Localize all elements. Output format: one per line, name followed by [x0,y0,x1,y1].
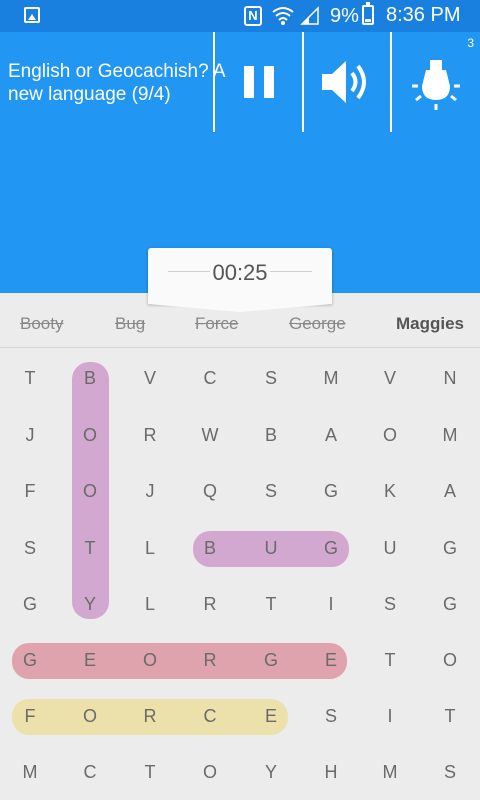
battery-icon [362,2,374,25]
grid-letter[interactable]: T [360,650,420,671]
status-bar: N 9% 8:36 PM [0,0,480,32]
nfc-icon: N [244,6,262,26]
timer-rule-right [270,271,312,272]
grid-letter[interactable]: E [301,650,361,671]
grid-letter[interactable]: O [120,650,180,671]
grid-letter[interactable]: S [241,481,301,502]
grid-letter[interactable]: M [301,368,361,389]
grid-letter[interactable]: M [360,762,420,783]
grid-letter[interactable]: A [420,481,480,502]
grid-letter[interactable]: W [180,425,240,446]
grid-letter[interactable]: G [301,481,361,502]
grid-letter[interactable]: O [60,481,120,502]
pause-button[interactable] [215,32,302,132]
grid-letter[interactable]: R [180,650,240,671]
grid-letter[interactable]: V [360,368,420,389]
grid-letter[interactable]: R [120,425,180,446]
grid-letter[interactable]: E [60,650,120,671]
hint-counter: 3 [467,36,474,50]
grid-letter[interactable]: C [180,706,240,727]
grid-letter[interactable]: C [180,368,240,389]
signal-icon [300,6,319,25]
grid-letter[interactable]: I [360,706,420,727]
grid-letter[interactable]: G [420,538,480,559]
grid-letter[interactable]: S [420,762,480,783]
grid-letter[interactable]: G [0,594,60,615]
grid-letter[interactable]: L [120,538,180,559]
clock: 8:36 PM [386,4,461,26]
grid-letter[interactable]: Y [241,762,301,783]
grid-letter[interactable]: N [420,368,480,389]
grid-letter[interactable]: I [301,594,361,615]
word-item: Force [195,314,239,333]
grid-letter[interactable]: E [241,706,301,727]
grid-letter[interactable]: M [0,762,60,783]
gallery-notification-icon [24,7,40,23]
sound-button[interactable] [304,32,390,132]
grid-letter[interactable]: T [120,762,180,783]
word-item: Bug [115,314,146,333]
grid-letter[interactable]: L [120,594,180,615]
grid-letter[interactable]: O [360,425,420,446]
grid-letter[interactable]: U [360,538,420,559]
grid-letter[interactable]: Q [180,481,240,502]
grid-letter[interactable]: G [241,650,301,671]
grid-letter[interactable]: G [301,538,361,559]
timer-display: 00:25 [212,260,268,285]
lightbulb-icon [412,60,460,110]
pause-icon [243,66,274,98]
word-list: Booty Bug Force George Maggies [0,304,480,348]
grid-letter[interactable]: S [241,368,301,389]
grid-letter[interactable]: O [420,650,480,671]
grid-letter[interactable]: O [60,425,120,446]
grid-letter[interactable]: T [0,368,60,389]
grid-letter[interactable]: F [0,706,60,727]
letter-grid[interactable]: TBVCSMVNJORWBAOMFOJQSGKASTLBUGUGGYLRTISG… [0,350,480,800]
grid-letter[interactable]: T [420,706,480,727]
grid-letter[interactable]: T [60,538,120,559]
grid-letter[interactable]: J [120,481,180,502]
grid-letter[interactable]: G [420,594,480,615]
grid-letter[interactable]: O [180,762,240,783]
grid-letter[interactable]: J [0,425,60,446]
grid-letter[interactable]: A [301,425,361,446]
grid-letter[interactable]: C [60,762,120,783]
grid-letter[interactable]: O [60,706,120,727]
speaker-icon [322,61,366,103]
grid-letter[interactable]: G [0,650,60,671]
word-item: Booty [20,314,64,333]
grid-letter[interactable]: R [120,706,180,727]
grid-letter[interactable]: B [241,425,301,446]
grid-letter[interactable]: T [241,594,301,615]
grid-letter[interactable]: M [420,425,480,446]
grid-letter[interactable]: B [180,538,240,559]
grid-letter[interactable]: H [301,762,361,783]
puzzle-title: English or Geocachish? A new language (9… [8,61,225,105]
grid-letter[interactable]: S [301,706,361,727]
grid-letter[interactable]: U [241,538,301,559]
word-item: George [289,314,346,333]
timer-panel: 00:25 [148,248,332,312]
grid-letter[interactable]: Y [60,594,120,615]
grid-letter[interactable]: S [0,538,60,559]
grid-letter[interactable]: F [0,481,60,502]
grid-letter[interactable]: S [360,594,420,615]
wifi-icon [272,7,294,25]
grid-letter[interactable]: B [60,368,120,389]
grid-letter[interactable]: K [360,481,420,502]
battery-percent: 9% [330,5,359,27]
grid-letter[interactable]: R [180,594,240,615]
grid-letter[interactable]: V [120,368,180,389]
word-item: Maggies [396,314,465,333]
